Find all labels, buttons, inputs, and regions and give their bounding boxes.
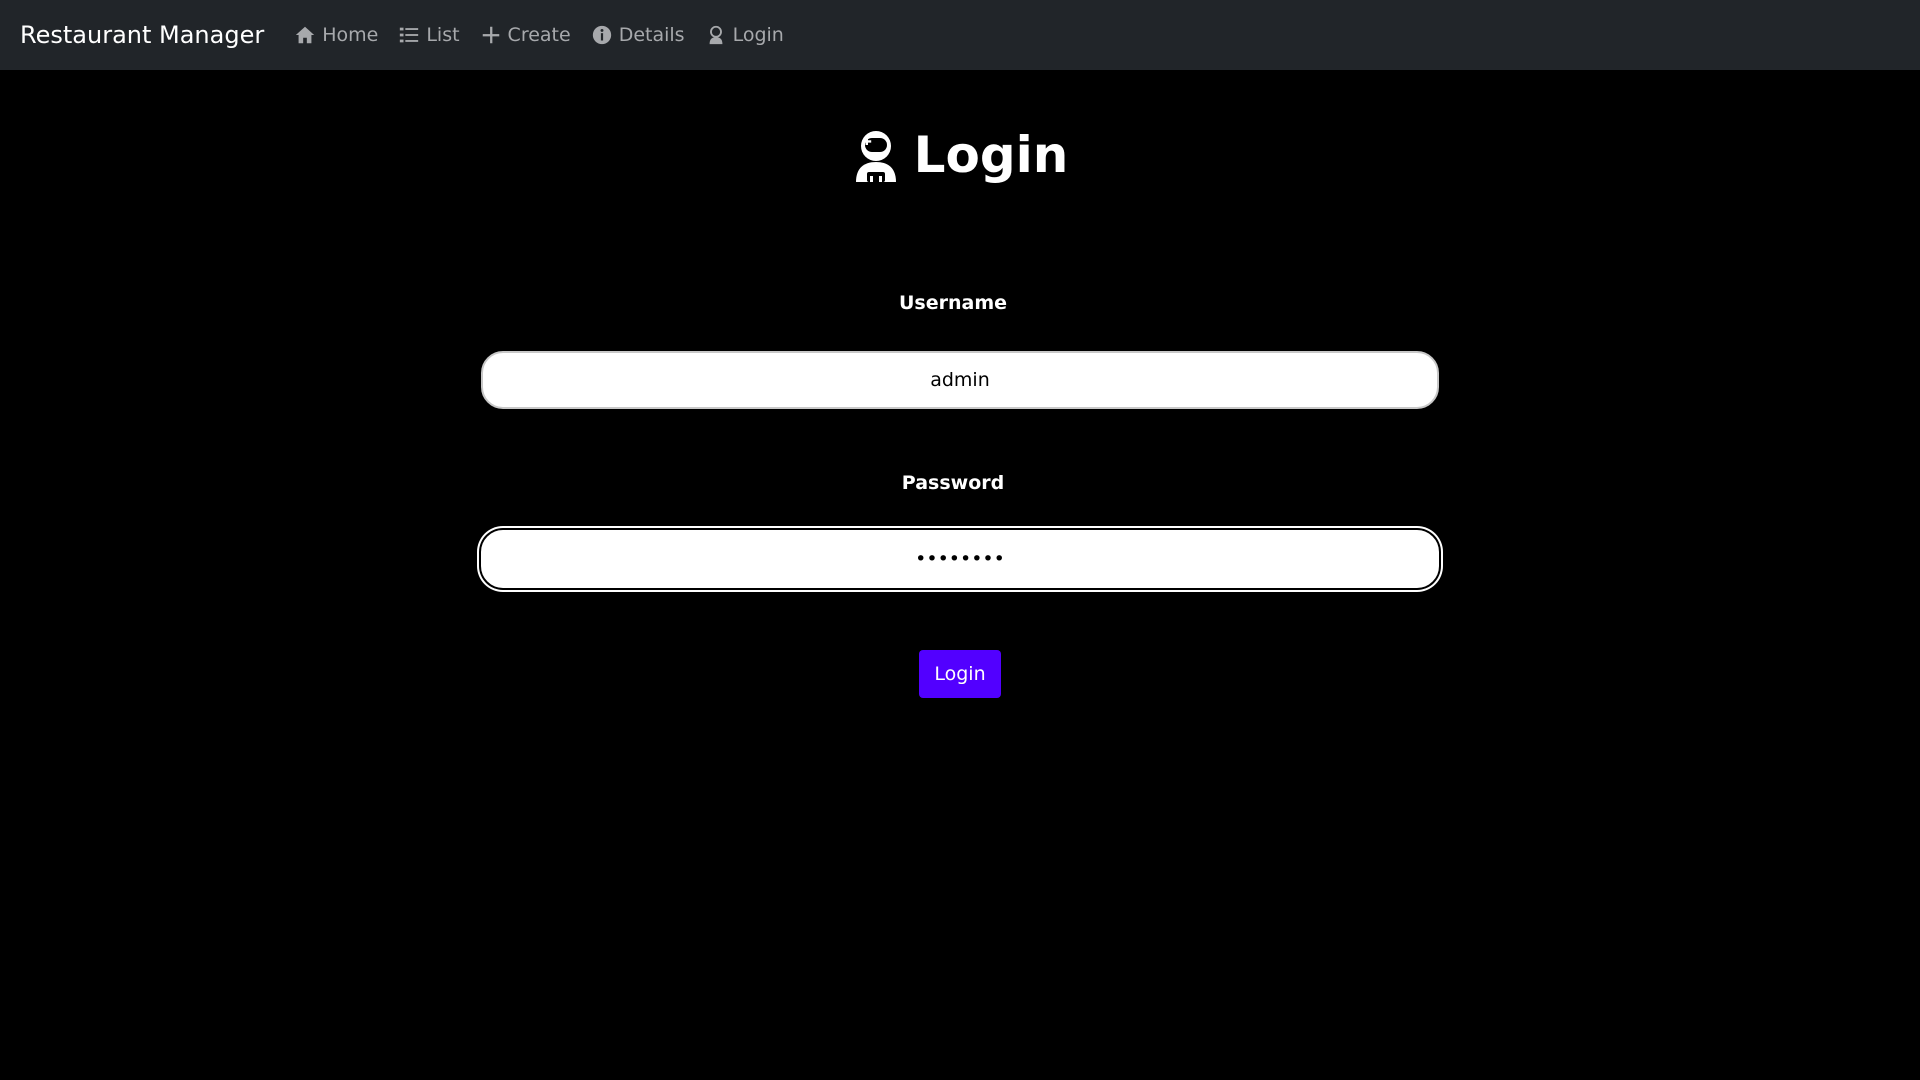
nav-link-create[interactable]: Create (480, 24, 571, 46)
list-icon (398, 24, 420, 46)
nav-link-details[interactable]: Details (591, 24, 685, 46)
password-input[interactable] (481, 530, 1439, 588)
plus-icon (480, 24, 502, 46)
nav-link-list[interactable]: List (398, 24, 460, 46)
nav-link-login[interactable]: Login (705, 24, 784, 46)
info-circle-icon (591, 24, 613, 46)
navbar-brand[interactable]: Restaurant Manager (20, 21, 264, 49)
username-label: Username (898, 292, 1008, 314)
nav-link-label: List (426, 24, 460, 46)
nav-link-label: Login (732, 24, 784, 46)
nav-link-label: Home (322, 24, 379, 46)
login-button[interactable]: Login (919, 650, 1001, 698)
nav-link-label: Details (618, 24, 685, 46)
nav-link-home[interactable]: Home (294, 24, 378, 46)
house-icon (294, 24, 316, 46)
user-astronaut-icon (705, 24, 727, 46)
page-title-text: Login (913, 126, 1069, 184)
top-navbar: Restaurant Manager Home List Create Deta… (0, 0, 1920, 70)
page-title: Login (0, 126, 1920, 184)
nav-links: Home List Create Details Login (294, 24, 804, 46)
password-label: Password (901, 472, 1005, 494)
nav-link-label: Create (507, 24, 571, 46)
user-astronaut-icon (852, 128, 900, 182)
username-input[interactable] (481, 351, 1439, 409)
